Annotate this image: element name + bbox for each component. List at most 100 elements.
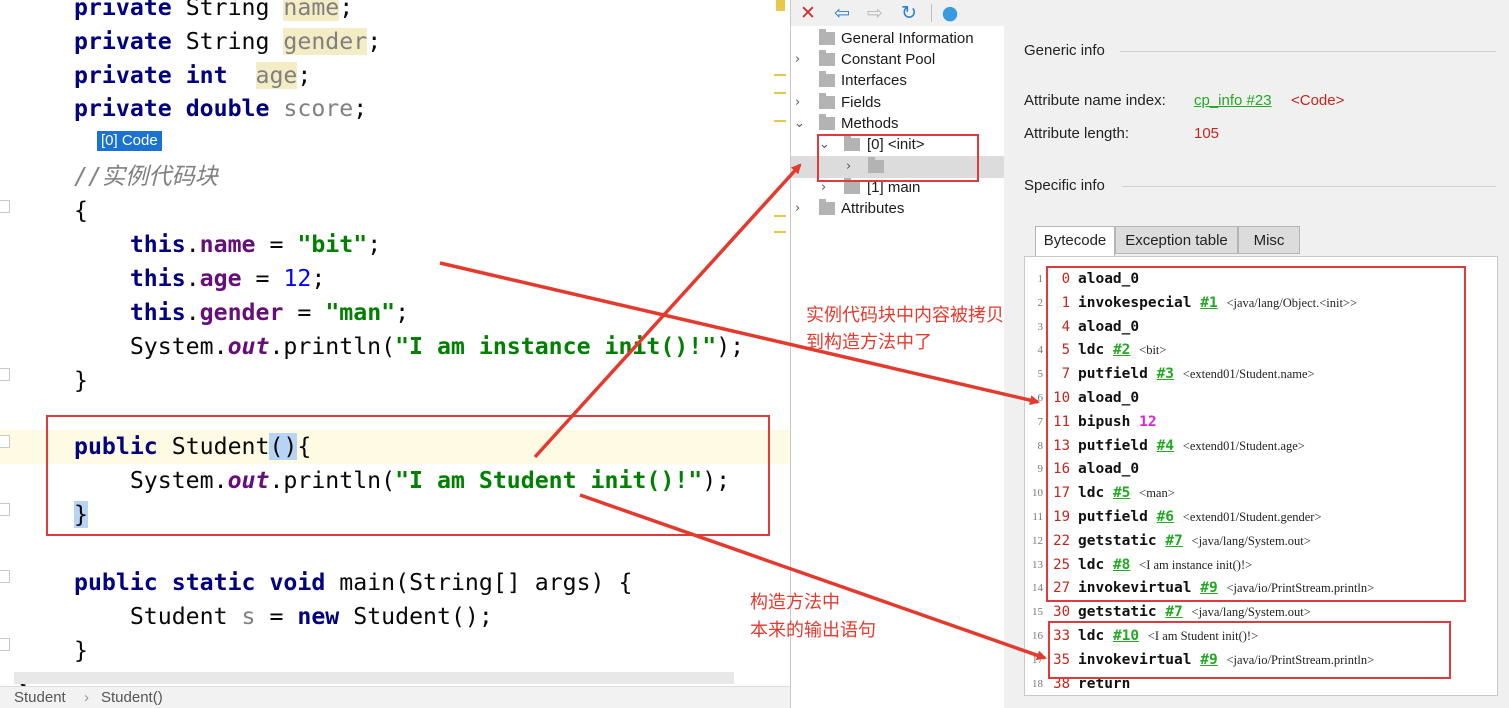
cp-info-link[interactable]: cp_info #23 xyxy=(1194,92,1272,109)
code-token: //实例代码块 xyxy=(74,163,218,190)
fold-marker[interactable] xyxy=(0,638,10,651)
constant-pool-link[interactable]: #7 xyxy=(1165,604,1182,620)
code-token: this xyxy=(129,299,186,326)
folder-icon xyxy=(819,71,835,87)
attribute-name-value: <Code> xyxy=(1291,92,1345,109)
code-token: = xyxy=(255,603,298,630)
code-line[interactable]: private double score; xyxy=(74,92,367,126)
tab-exception-table[interactable]: Exception table xyxy=(1115,226,1238,254)
close-icon[interactable]: ✕ xyxy=(797,2,819,24)
tree-node-label: Attributes xyxy=(841,200,905,217)
fold-marker[interactable] xyxy=(0,570,10,583)
scroll-marker[interactable] xyxy=(774,120,786,122)
breadcrumb-separator: › xyxy=(84,689,89,706)
code-line[interactable]: this.age = 12; xyxy=(74,262,325,296)
code-line[interactable]: private String name; xyxy=(74,0,353,25)
tab-misc[interactable]: Misc xyxy=(1238,226,1300,254)
tree-node-label: Fields xyxy=(841,94,882,111)
code-token: name xyxy=(199,231,256,258)
tree-node-label: Constant Pool xyxy=(841,51,936,68)
code-token: ; xyxy=(367,28,382,55)
code-line[interactable]: private String gender; xyxy=(74,25,381,59)
code-line[interactable]: private int age; xyxy=(74,59,311,93)
chevron-right-icon[interactable]: › xyxy=(795,92,800,113)
scroll-marker[interactable] xyxy=(774,74,786,76)
code-token: "I am instance init()!" xyxy=(395,333,717,360)
code-token: private xyxy=(74,28,186,55)
tree-node-code-label-selected[interactable]: [0] Code xyxy=(97,131,162,151)
line-number: 17 xyxy=(1032,653,1043,666)
code-token: this xyxy=(129,265,186,292)
code-token: . xyxy=(185,265,200,292)
refresh-icon[interactable]: ↻ xyxy=(898,2,920,24)
chevron-right-icon[interactable]: › xyxy=(795,49,800,70)
scroll-marker[interactable] xyxy=(774,215,786,217)
bytecode-comment: <java/lang/System.out> xyxy=(1191,605,1311,620)
code-token: main(String[] args) { xyxy=(339,569,633,596)
scroll-marker[interactable] xyxy=(774,231,786,233)
scroll-marker[interactable] xyxy=(774,92,786,94)
fold-marker[interactable] xyxy=(0,503,10,516)
back-icon[interactable]: ⇦ xyxy=(831,2,853,24)
code-line[interactable]: Student s = new Student(); xyxy=(74,600,493,634)
fold-marker[interactable] xyxy=(0,368,10,381)
line-number: 8 xyxy=(1037,439,1044,452)
code-token: private xyxy=(74,0,186,21)
code-line[interactable]: public static void main(String[] args) { xyxy=(74,566,632,600)
horizontal-scrollbar[interactable] xyxy=(14,672,734,684)
folder-icon xyxy=(844,178,860,194)
code-token: String xyxy=(185,28,284,55)
code-line[interactable]: } xyxy=(74,634,88,668)
code-token: private xyxy=(74,62,186,89)
breadcrumb-class[interactable]: Student xyxy=(14,687,66,708)
editor-gutter xyxy=(0,0,14,708)
code-editor[interactable]: private String name; private String gende… xyxy=(0,0,790,708)
code-token: ); xyxy=(716,333,745,360)
toolbar-divider xyxy=(931,4,932,22)
code-token: } xyxy=(74,367,88,394)
code-line[interactable]: this.gender = "man"; xyxy=(74,296,409,330)
line-number: 18 xyxy=(1032,677,1043,690)
breadcrumb: Student › Student() xyxy=(0,686,790,708)
chevron-right-icon[interactable]: › xyxy=(795,198,800,219)
specific-info-title: Specific info xyxy=(1024,177,1105,194)
code-line[interactable]: this.name = "bit"; xyxy=(74,228,381,262)
attribute-length-label: Attribute length: xyxy=(1024,125,1130,142)
code-token: ; xyxy=(297,62,312,89)
copied-init-highlight-box xyxy=(1046,266,1466,602)
chevron-down-icon[interactable]: ⌄ xyxy=(794,113,805,134)
generic-info-title: Generic info xyxy=(1024,42,1105,59)
folder-icon xyxy=(819,93,835,109)
opcode: getstatic xyxy=(1078,604,1157,621)
tab-bytecode[interactable]: Bytecode xyxy=(1035,226,1115,256)
code-token: ; xyxy=(367,231,382,258)
code-line[interactable]: { xyxy=(74,194,88,228)
code-token: Student xyxy=(74,603,242,630)
code-line[interactable]: //实例代码块 xyxy=(74,160,218,194)
code-token: static xyxy=(171,569,270,596)
code-token: = xyxy=(283,299,326,326)
annotation-ctor-line1: 构造方法中 xyxy=(750,592,840,613)
code-line[interactable]: } xyxy=(74,364,88,398)
annotation-ctor-line2: 本来的输出语句 xyxy=(750,620,876,641)
browser-icon[interactable]: ● xyxy=(939,2,961,24)
code-line[interactable]: System.out.println("I am instance init()… xyxy=(74,330,744,364)
tree-node-label: Interfaces xyxy=(841,72,907,89)
code-token: Student(); xyxy=(353,603,493,630)
fold-marker[interactable] xyxy=(0,435,10,448)
vertical-scrollbar[interactable] xyxy=(1498,26,1509,708)
code-token: . xyxy=(185,231,200,258)
warning-indicator[interactable] xyxy=(776,0,785,11)
line-number: 9 xyxy=(1037,463,1044,476)
code-token: = xyxy=(255,231,298,258)
breadcrumb-method[interactable]: Student() xyxy=(101,687,163,708)
code-token: .println( xyxy=(269,333,396,360)
line-number: 1 xyxy=(1037,273,1044,285)
folder-icon xyxy=(819,50,835,66)
tree-node-label: Methods xyxy=(841,115,899,132)
forward-icon[interactable]: ⇨ xyxy=(864,2,886,24)
fold-marker[interactable] xyxy=(0,200,10,213)
